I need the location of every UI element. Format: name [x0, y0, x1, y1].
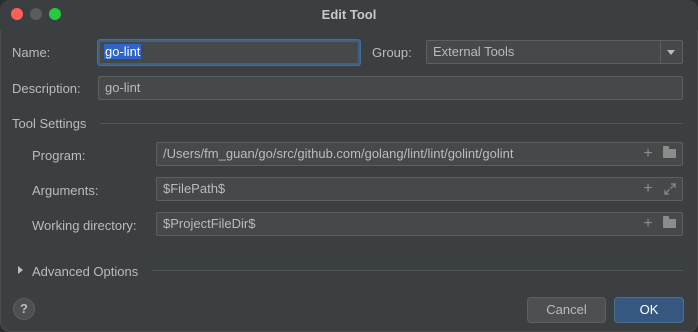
disclosure-triangle-icon[interactable]	[18, 266, 23, 274]
edit-tool-dialog: Edit Tool Name: go-lint Group: External …	[0, 0, 698, 332]
working-directory-input[interactable]: $ProjectFileDir$ +	[156, 212, 683, 236]
description-input-value: go-lint	[105, 80, 141, 95]
group-label: Group:	[372, 45, 412, 60]
cancel-button[interactable]: Cancel	[527, 297, 606, 323]
plus-icon[interactable]: +	[641, 146, 655, 162]
working-directory-input-value: $ProjectFileDir$	[163, 216, 256, 231]
window-title: Edit Tool	[321, 7, 377, 22]
group-dropdown-button[interactable]	[660, 41, 682, 63]
advanced-options-divider	[152, 270, 683, 271]
program-input[interactable]: /Users/fm_guan/go/src/github.com/golang/…	[156, 142, 683, 166]
plus-icon[interactable]: +	[641, 181, 655, 197]
arguments-label: Arguments:	[32, 183, 99, 198]
folder-icon[interactable]	[663, 216, 676, 228]
help-button[interactable]: ?	[13, 298, 35, 320]
expand-icon[interactable]	[663, 182, 677, 196]
advanced-options-toggle[interactable]: Advanced Options	[32, 264, 138, 279]
arguments-input[interactable]: $FilePath$ +	[156, 177, 683, 201]
title-bar[interactable]: Edit Tool	[0, 0, 698, 30]
arguments-input-value: $FilePath$	[163, 181, 226, 196]
chevron-down-icon	[667, 50, 675, 55]
program-input-value: /Users/fm_guan/go/src/github.com/golang/…	[163, 146, 514, 161]
tool-settings-divider	[100, 123, 683, 124]
folder-icon[interactable]	[663, 146, 676, 158]
name-input[interactable]: go-lint	[98, 40, 360, 65]
program-label: Program:	[32, 148, 86, 163]
working-directory-label: Working directory:	[32, 218, 137, 233]
description-label: Description:	[12, 81, 81, 96]
description-input[interactable]: go-lint	[98, 76, 683, 100]
plus-icon[interactable]: +	[641, 216, 655, 232]
ok-button[interactable]: OK	[614, 297, 684, 323]
name-input-value: go-lint	[104, 44, 142, 59]
group-combobox-value: External Tools	[433, 44, 515, 59]
group-combobox[interactable]: External Tools	[426, 40, 683, 64]
name-label: Name:	[12, 45, 51, 60]
tool-settings-title: Tool Settings	[12, 116, 87, 131]
